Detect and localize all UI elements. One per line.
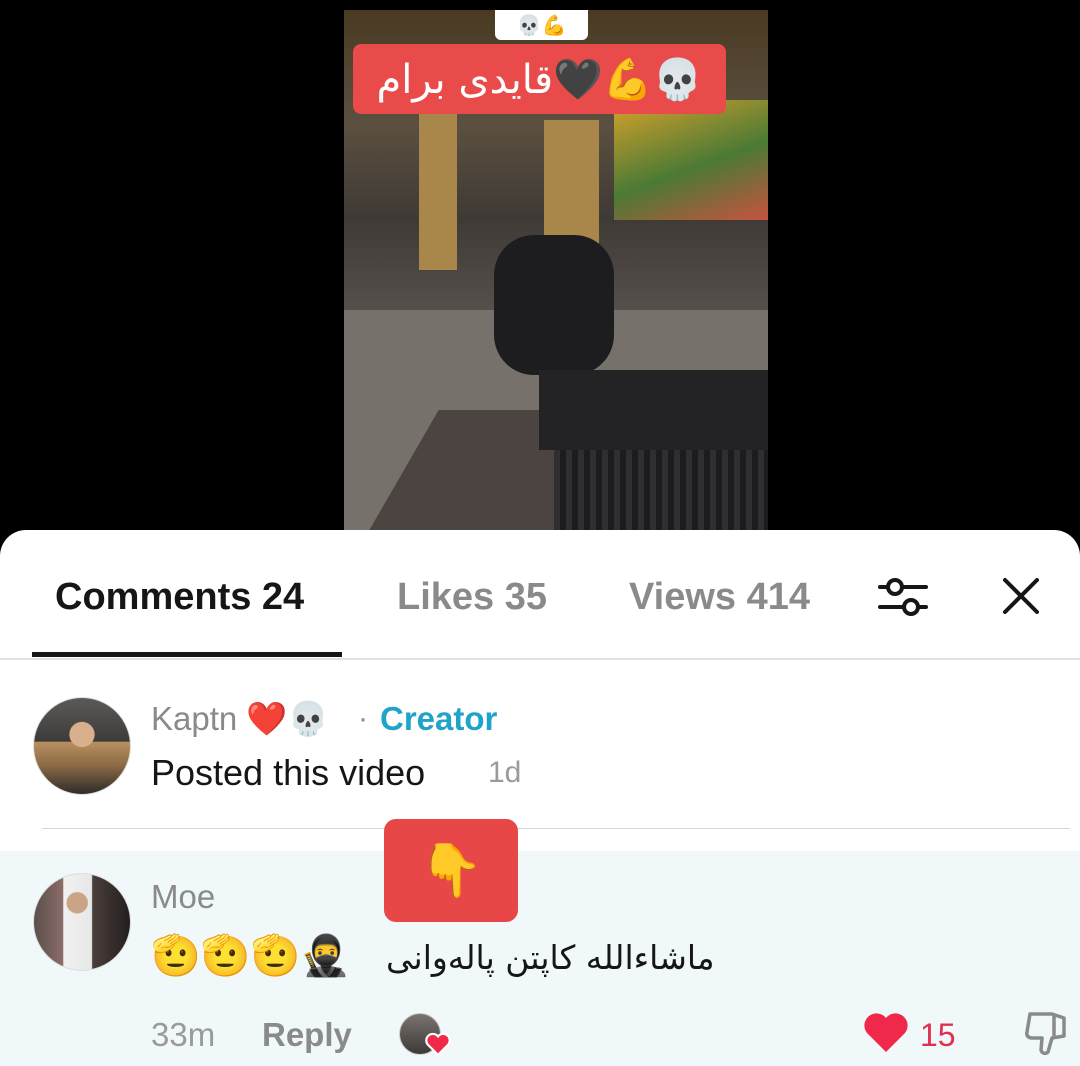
comment-time: 33m (151, 1016, 216, 1053)
comment-text: ماشاءالله کاپتن پالەوانی (386, 938, 715, 977)
comments-sheet: Comments 24 Likes 35 Views 414 Kaptn ❤️💀… (0, 530, 1080, 1066)
comment-username[interactable]: Kaptn ❤️💀 (151, 700, 329, 739)
treadmill (539, 370, 768, 450)
heart-icon (425, 1032, 451, 1056)
treadmill-belt (554, 450, 768, 530)
tab-likes[interactable]: Likes 35 (397, 576, 547, 619)
video-caption: قایدی برام🖤💪💀 (353, 44, 726, 114)
separator-dot: · (358, 702, 368, 735)
tab-comments[interactable]: Comments 24 (55, 576, 304, 619)
gym-poster (614, 100, 768, 220)
avatar[interactable] (33, 697, 131, 795)
comment-emojis: 🫡🫡🫡🥷 (151, 933, 351, 979)
comment-text: Posted this video (151, 752, 426, 793)
tab-bar: Comments 24 Likes 35 Views 414 (0, 530, 1080, 660)
close-icon[interactable] (1002, 577, 1040, 615)
reply-button[interactable]: Reply (262, 1016, 352, 1054)
tab-views[interactable]: Views 414 (629, 576, 810, 619)
comment-username[interactable]: Moe (151, 878, 215, 916)
avatar[interactable] (33, 873, 131, 971)
divider (42, 828, 1070, 829)
comment-time: 1d (488, 756, 522, 789)
dislike-icon[interactable] (1022, 1008, 1072, 1058)
gym-pillar (419, 110, 457, 270)
creator-badge: Creator (380, 700, 498, 737)
filter-sliders-icon[interactable] (878, 574, 928, 620)
like-heart-icon[interactable] (862, 1010, 910, 1054)
pointing-down-sticker: 👇 (384, 819, 518, 922)
caption-emoji-tag: 💀💪 (495, 10, 588, 40)
like-count: 15 (920, 1017, 956, 1053)
elliptical-machine (494, 235, 614, 375)
active-tab-indicator (32, 652, 342, 657)
